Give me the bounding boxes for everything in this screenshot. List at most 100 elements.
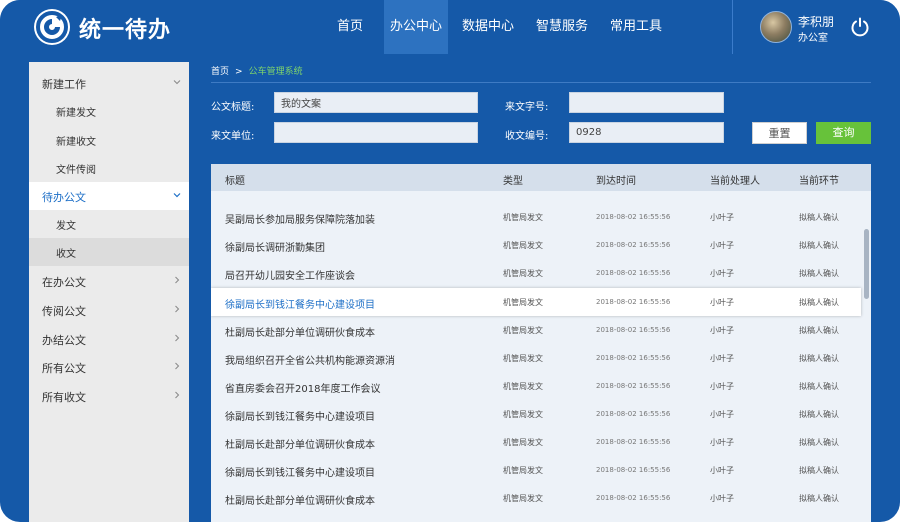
- nav-data-center[interactable]: 数据中心: [456, 0, 520, 54]
- doc-number-input[interactable]: [569, 92, 724, 113]
- sidebar-item-file-circulation[interactable]: 文件传阅: [29, 154, 189, 182]
- chevron-right-icon: [175, 391, 180, 399]
- row-time: 2018-08-02 16:55:56: [596, 326, 671, 334]
- row-title: 局召开幼儿园安全工作座谈会: [225, 271, 355, 282]
- row-stage: 拟稿人确认: [799, 326, 839, 335]
- chevron-right-icon: [175, 276, 180, 284]
- column-header-title[interactable]: 标题: [225, 172, 245, 187]
- row-handler: 小叶子: [710, 494, 734, 503]
- header-divider: [732, 0, 733, 54]
- table-row[interactable]: 局召开幼儿园安全工作座谈会 机管局发文 2018-08-02 16:55:56 …: [211, 259, 861, 287]
- search-button[interactable]: 查询: [816, 122, 871, 144]
- row-time: 2018-08-02 16:55:56: [596, 410, 671, 418]
- table-row[interactable]: 我局组织召开全省公共机构能源资源消 机管局发文 2018-08-02 16:55…: [211, 344, 861, 372]
- avatar[interactable]: [760, 11, 792, 43]
- power-icon[interactable]: [849, 16, 871, 38]
- row-type: 机管局发文: [503, 410, 543, 419]
- row-type: 机管局发文: [503, 269, 543, 278]
- breadcrumb: 首页 > 公车管理系统: [211, 64, 303, 77]
- table-row[interactable]: 杜副局长赴部分单位调研伙食成本 机管局发文 2018-08-02 16:55:5…: [211, 316, 861, 344]
- table-row[interactable]: 杜副局长赴部分单位调研伙食成本 机管局发文 2018-08-02 16:55:5…: [211, 484, 861, 512]
- row-stage: 拟稿人确认: [799, 410, 839, 419]
- sidebar-item-new-dispatch[interactable]: 新建发文: [29, 97, 189, 125]
- table-row[interactable]: 徐副局长调研浙勤集团 机管局发文 2018-08-02 16:55:56 小叶子…: [211, 231, 861, 259]
- row-title: 徐副局长调研浙勤集团: [225, 243, 325, 254]
- breadcrumb-current: 公车管理系统: [248, 67, 303, 77]
- sidebar-item-in-progress[interactable]: 在办公文: [29, 267, 189, 295]
- receive-number-input[interactable]: [569, 122, 724, 143]
- column-header-type[interactable]: 类型: [503, 172, 523, 187]
- row-time: 2018-08-02 16:55:56: [596, 382, 671, 390]
- row-time: 2018-08-02 16:55:56: [596, 466, 671, 474]
- reset-button[interactable]: 重置: [752, 122, 807, 144]
- sidebar-item-label: 所有公文: [42, 362, 86, 375]
- table-row[interactable]: 吴副局长参加局服务保障院落加装 机管局发文 2018-08-02 16:55:5…: [211, 203, 861, 231]
- breadcrumb-divider: [211, 82, 871, 83]
- sidebar-item-label: 新建工作: [42, 78, 86, 91]
- table-row[interactable]: 省直房委会召开2018年度工作会议 机管局发文 2018-08-02 16:55…: [211, 372, 861, 400]
- table-row[interactable]: 杜副局长赴部分单位调研伙食成本 机管局发文 2018-08-02 16:55:5…: [211, 428, 861, 456]
- source-unit-input[interactable]: [274, 122, 478, 143]
- row-title: 杜副局长赴部分单位调研伙食成本: [225, 440, 375, 451]
- sidebar-item-label: 所有收文: [42, 391, 86, 404]
- nav-common-tools[interactable]: 常用工具: [604, 0, 668, 54]
- sidebar-item-label: 文件传阅: [56, 165, 96, 176]
- row-handler: 小叶子: [710, 466, 734, 475]
- sidebar-item-new-work[interactable]: 新建工作: [29, 69, 189, 97]
- logo-icon: [34, 9, 70, 45]
- sidebar-item-label: 新建收文: [56, 137, 96, 148]
- sidebar-item-label: 收文: [56, 249, 76, 260]
- row-type: 机管局发文: [503, 438, 543, 447]
- row-type: 机管局发文: [503, 466, 543, 475]
- row-stage: 拟稿人确认: [799, 354, 839, 363]
- row-handler: 小叶子: [710, 382, 734, 391]
- sidebar-item-label: 在办公文: [42, 276, 86, 289]
- receive-number-label: 收文编号:: [505, 131, 549, 142]
- app-frame: 统一待办 首页 办公中心 数据中心 智慧服务 常用工具 李积朋 办公室 新建工作…: [0, 0, 900, 522]
- main-content: 首页>公车管理系统 公文标题: 来文字号: 来文单位: 收文编号: 重置 查询 …: [189, 54, 900, 522]
- row-type: 机管局发文: [503, 326, 543, 335]
- doc-title-input[interactable]: [274, 92, 478, 113]
- table-row-highlighted[interactable]: 徐副局长到钱江餐务中心建设项目 机管局发文 2018-08-02 16:55:5…: [211, 288, 861, 316]
- row-time: 2018-08-02 16:55:56: [596, 269, 671, 277]
- row-type: 机管局发文: [503, 382, 543, 391]
- sidebar-item-circulated[interactable]: 传阅公文: [29, 296, 189, 324]
- row-title: 徐副局长到钱江餐务中心建设项目: [225, 468, 375, 479]
- row-time: 2018-08-02 16:55:56: [596, 354, 671, 362]
- doc-number-label: 来文字号:: [505, 102, 549, 113]
- row-stage: 拟稿人确认: [799, 269, 839, 278]
- sidebar-item-all-receipts[interactable]: 所有收文: [29, 382, 189, 410]
- row-stage: 拟稿人确认: [799, 241, 839, 250]
- sidebar-item-completed[interactable]: 办结公文: [29, 325, 189, 353]
- main-nav: 首页 办公中心 数据中心 智慧服务 常用工具: [324, 0, 668, 54]
- row-stage: 拟稿人确认: [799, 494, 839, 503]
- row-title: 杜副局长赴部分单位调研伙食成本: [225, 496, 375, 507]
- sidebar-item-pending-docs[interactable]: 待办公文: [29, 182, 189, 210]
- row-handler: 小叶子: [710, 298, 734, 307]
- row-stage: 拟稿人确认: [799, 438, 839, 447]
- row-stage: 拟稿人确认: [799, 382, 839, 391]
- row-handler: 小叶子: [710, 438, 734, 447]
- column-header-handler[interactable]: 当前处理人: [710, 172, 760, 187]
- row-type: 机管局发文: [503, 241, 543, 250]
- sidebar-item-receipt[interactable]: 收文: [29, 238, 189, 266]
- row-time: 2018-08-02 16:55:56: [596, 213, 671, 221]
- table-row[interactable]: 徐副局长到钱江餐务中心建设项目 机管局发文 2018-08-02 16:55:5…: [211, 456, 861, 484]
- row-stage: 拟稿人确认: [799, 213, 839, 222]
- table-scrollbar[interactable]: [864, 229, 869, 299]
- row-time: 2018-08-02 16:55:56: [596, 494, 671, 502]
- sidebar-item-label: 办结公文: [42, 334, 86, 347]
- column-header-stage[interactable]: 当前环节: [799, 172, 839, 187]
- nav-home[interactable]: 首页: [324, 0, 376, 54]
- nav-office-center[interactable]: 办公中心: [384, 0, 448, 54]
- row-type: 机管局发文: [503, 213, 543, 222]
- table-row[interactable]: 徐副局长到钱江餐务中心建设项目 机管局发文 2018-08-02 16:55:5…: [211, 400, 861, 428]
- breadcrumb-home[interactable]: 首页: [211, 67, 229, 77]
- sidebar-item-dispatch[interactable]: 发文: [29, 210, 189, 238]
- nav-smart-services[interactable]: 智慧服务: [530, 0, 594, 54]
- row-handler: 小叶子: [710, 269, 734, 278]
- column-header-arrival-time[interactable]: 到达时间: [596, 172, 636, 187]
- sidebar-item-label: 传阅公文: [42, 305, 86, 318]
- sidebar-item-new-receipt[interactable]: 新建收文: [29, 126, 189, 154]
- sidebar-item-all-docs[interactable]: 所有公文: [29, 353, 189, 381]
